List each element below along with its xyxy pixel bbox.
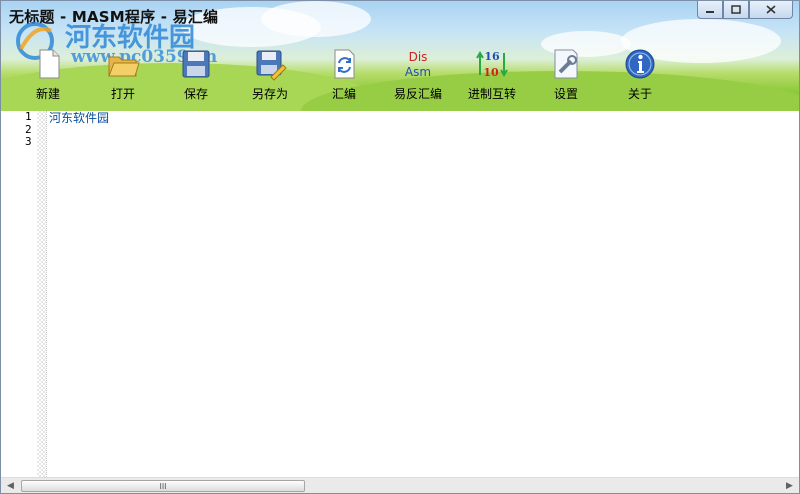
window-controls bbox=[697, 1, 793, 19]
close-icon bbox=[766, 5, 776, 14]
svg-text:16: 16 bbox=[484, 50, 500, 63]
save-disk-icon bbox=[182, 50, 210, 78]
open-folder-icon bbox=[108, 56, 140, 77]
settings-button[interactable]: 设置 bbox=[531, 45, 601, 107]
open-button[interactable]: 打开 bbox=[88, 45, 158, 107]
disassemble-button[interactable]: Dis Asm 易反汇编 bbox=[383, 45, 453, 107]
open-label: 打开 bbox=[110, 87, 135, 101]
close-button[interactable] bbox=[749, 1, 793, 19]
settings-wrench-icon bbox=[554, 49, 578, 79]
minimize-button[interactable] bbox=[697, 1, 723, 19]
assemble-label: 汇编 bbox=[331, 87, 356, 101]
info-icon bbox=[625, 49, 655, 79]
code-line[interactable] bbox=[49, 124, 799, 137]
new-label: 新建 bbox=[35, 87, 60, 101]
svg-text:Asm: Asm bbox=[405, 65, 431, 79]
scrollbar-thumb[interactable]: III bbox=[21, 480, 305, 492]
scroll-right-icon[interactable]: ▶ bbox=[781, 478, 798, 493]
code-editor[interactable]: 1 2 3 河东软件园 bbox=[1, 110, 799, 477]
fold-margin bbox=[37, 111, 46, 477]
new-button[interactable]: 新建 bbox=[13, 45, 83, 107]
base-convert-label: 进制互转 bbox=[467, 87, 516, 101]
disassemble-icon: Dis Asm bbox=[405, 50, 431, 79]
scrollbar-grip: III bbox=[159, 481, 167, 491]
save-button[interactable]: 保存 bbox=[161, 45, 231, 107]
save-label: 保存 bbox=[183, 87, 208, 101]
about-button[interactable]: 关于 bbox=[605, 45, 675, 107]
disassemble-label: 易反汇编 bbox=[393, 87, 442, 101]
horizontal-scrollbar[interactable]: ◀ III ▶ bbox=[1, 477, 799, 493]
code-text-area[interactable]: 河东软件园 bbox=[49, 111, 799, 149]
base-convert-icon: 16 10 bbox=[476, 50, 508, 79]
maximize-button[interactable] bbox=[723, 1, 749, 19]
code-line[interactable]: 河东软件园 bbox=[49, 111, 799, 125]
new-file-icon bbox=[39, 49, 60, 79]
maximize-icon bbox=[731, 5, 741, 14]
settings-label: 设置 bbox=[553, 87, 578, 101]
assemble-button[interactable]: 汇编 bbox=[309, 45, 379, 107]
code-line[interactable] bbox=[49, 136, 799, 149]
app-window: 无标题 - MASM程序 - 易汇编 河东软件园 www.pc0359.cn 新… bbox=[0, 0, 800, 494]
save-as-icon bbox=[256, 50, 287, 81]
about-label: 关于 bbox=[627, 87, 652, 101]
save-as-label: 另存为 bbox=[251, 87, 288, 101]
save-as-button[interactable]: 另存为 bbox=[235, 45, 305, 107]
minimize-icon bbox=[706, 10, 714, 13]
toolbar: 新建 打开 保存 另存为 汇编 Dis Asm 易反汇编 16 10 进制互转 … bbox=[1, 45, 799, 107]
assemble-icon bbox=[334, 49, 355, 79]
svg-text:10: 10 bbox=[483, 66, 499, 79]
scroll-left-icon[interactable]: ◀ bbox=[2, 478, 19, 493]
base-convert-button[interactable]: 16 10 进制互转 bbox=[457, 45, 527, 107]
svg-text:Dis: Dis bbox=[409, 50, 428, 64]
